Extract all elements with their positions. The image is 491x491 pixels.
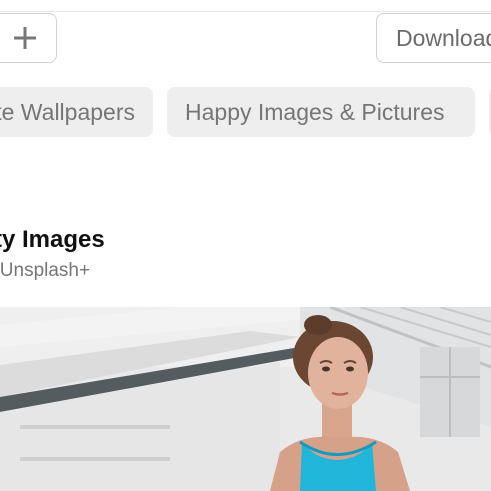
photo-image[interactable] (0, 307, 491, 491)
divider (0, 11, 491, 12)
tag-chip[interactable]: Cute Wallpapers (0, 87, 153, 137)
download-button[interactable]: Download (376, 13, 491, 63)
sponsor-subtitle: For Unsplash+ (0, 260, 91, 281)
plus-icon (13, 26, 37, 50)
tag-label: Happy Images & Pictures (185, 98, 445, 125)
tag-chip[interactable]: Happy Images & Pictures (167, 87, 475, 137)
page: Download Cute Wallpapers Happy Images & … (0, 0, 491, 491)
sponsor-title: Getty Images (0, 226, 105, 253)
add-to-collection-button[interactable] (0, 13, 57, 63)
download-label: Download (396, 24, 491, 51)
tag-label: Cute Wallpapers (0, 98, 135, 125)
